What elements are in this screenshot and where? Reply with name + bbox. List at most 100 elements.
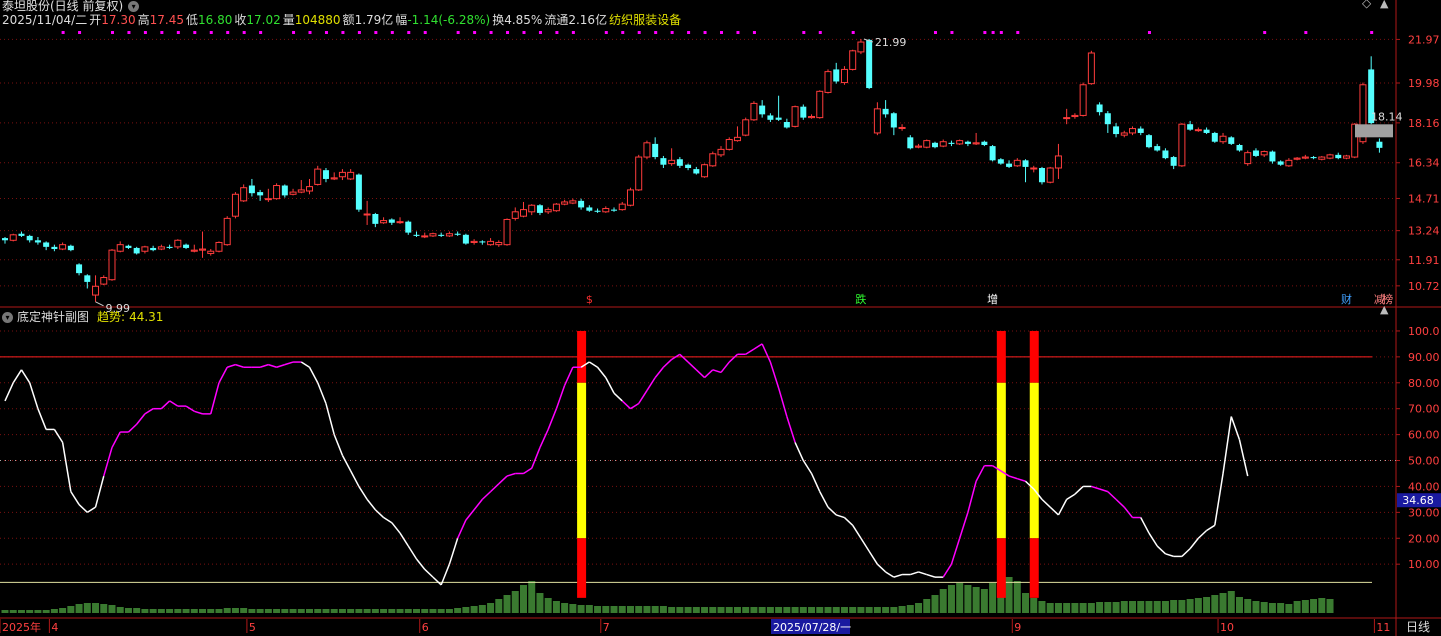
high-value: 17.45 (149, 13, 184, 27)
candle-body (931, 142, 938, 148)
volume-bar (34, 610, 42, 613)
indicator-line-segment (448, 538, 459, 565)
volume-bar (635, 606, 643, 613)
top-signal-dot (160, 31, 164, 34)
indicator-line-segment (728, 353, 738, 363)
open-label: 开 (89, 13, 102, 27)
indicator-line-segment (695, 369, 706, 379)
top-signal-dot (143, 31, 147, 34)
top-signal-dot (1016, 31, 1020, 34)
candle-body (775, 117, 782, 120)
chart-canvas[interactable]: 21.97 19.98 18.16 16.34 14.71 13.24 11.91 10.72… (0, 0, 1441, 636)
volume-bar (133, 608, 141, 613)
indicator-line-segment (1099, 488, 1109, 493)
volume-bar (989, 583, 997, 613)
volume-bar (873, 607, 881, 613)
candle-body (76, 264, 83, 274)
volume-bar (906, 605, 914, 613)
candle-body (652, 143, 659, 158)
indicator-line-segment (325, 403, 335, 435)
candle-body (791, 106, 799, 127)
volume-bar (437, 609, 445, 613)
volume-bar (231, 608, 239, 613)
volume-bar (1326, 599, 1334, 613)
top-signal-dot (983, 31, 987, 34)
candle-body (833, 69, 840, 82)
candle-body (1145, 135, 1152, 148)
scroll-up-icon[interactable]: ▲ (1380, 0, 1388, 10)
candle-body (1211, 132, 1218, 142)
top-signal-dot (818, 31, 822, 34)
industry-label[interactable]: 纺织服装设备 (609, 13, 681, 27)
volume-bar (1096, 602, 1104, 613)
candle-body (84, 275, 91, 282)
indicator-line-segment (843, 516, 854, 526)
candle-body (1244, 152, 1252, 165)
price-axis-label: 19.98 (1408, 77, 1440, 90)
candle-body (898, 126, 906, 129)
indicator-line-segment (876, 563, 887, 573)
candle-body (915, 145, 923, 148)
candle-body (92, 285, 100, 296)
candle-body (1096, 104, 1103, 113)
indicator-line-segment (852, 524, 862, 539)
indicator-line-segment (958, 512, 969, 539)
volume-bar (947, 585, 955, 613)
candle-body (133, 247, 140, 254)
indicator-name[interactable]: 底定神针副图 (17, 310, 89, 324)
indicator-line-segment (950, 538, 961, 565)
indicator-line-segment (1017, 477, 1026, 482)
volume-bar (314, 609, 322, 613)
time-axis-label: 6 (422, 621, 429, 634)
volume-bar (519, 585, 527, 613)
indicator-line-segment (1066, 493, 1076, 501)
indicator-line-segment (465, 509, 475, 521)
volume-bar (1268, 603, 1276, 613)
volume-bar (1293, 601, 1301, 613)
time-axis-label: 11 (1376, 621, 1390, 634)
top-signal-dot (423, 31, 427, 34)
top-signal-dot (259, 31, 263, 34)
candle-body (742, 119, 750, 136)
indicator-line-segment (753, 343, 763, 350)
indicator-axis-label: 70.00 (1408, 403, 1440, 416)
volume-bar (1063, 603, 1071, 613)
scroll-up-icon[interactable]: ▲ (1380, 303, 1388, 316)
volume-bar (1219, 593, 1227, 613)
top-signal-dot (226, 31, 230, 34)
current-price-label: 18.14 (1371, 110, 1403, 123)
candle-body (1194, 129, 1202, 132)
time-axis-label: 2025年 (2, 620, 41, 634)
candle-body (1113, 126, 1120, 135)
candle-body (479, 241, 486, 243)
volume-bar (915, 603, 923, 613)
indicator-line-segment (860, 537, 870, 552)
indicator-line-segment (539, 429, 549, 448)
candle-body (1137, 128, 1144, 133)
time-axis-label: 4 (51, 621, 58, 634)
top-signal-dot (703, 31, 707, 34)
amount-value: 1.79亿 (354, 13, 394, 27)
candle-body (1170, 157, 1177, 166)
volume-bar (701, 607, 709, 613)
volume-bar (1244, 599, 1252, 613)
signal-bar-red (996, 330, 1006, 383)
candle-body (438, 234, 445, 236)
volume-bar (124, 608, 132, 613)
diamond-icon[interactable]: ◇ (1362, 0, 1371, 10)
chevron-down-icon[interactable]: ▾ (2, 312, 13, 323)
candle-body (421, 235, 429, 238)
candle-body (1293, 157, 1301, 160)
candle-body (676, 159, 683, 166)
indicator-line-segment (802, 460, 813, 474)
volume-bar (223, 608, 231, 613)
volume-bar (1186, 599, 1194, 613)
candle-body (1318, 156, 1326, 160)
indicator-line-segment (1057, 499, 1068, 516)
volume-bar (429, 609, 437, 613)
candle-body (150, 247, 157, 251)
cursor-date-label: 2025/07/28/一 (773, 621, 851, 634)
volume-bar (462, 607, 470, 613)
candle-body (882, 108, 889, 115)
indicator-line-segment (555, 385, 566, 409)
